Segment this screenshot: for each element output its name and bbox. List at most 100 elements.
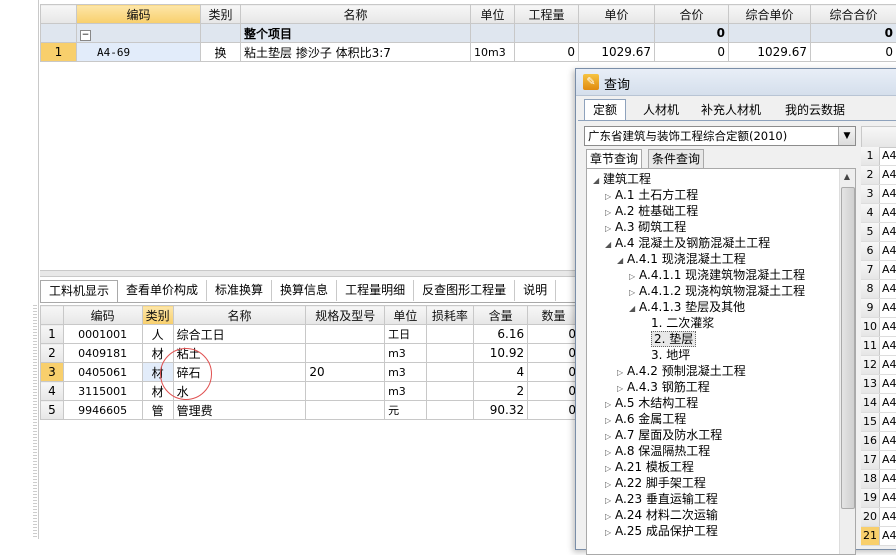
cell-zprice[interactable]: 1029.67 bbox=[729, 43, 811, 62]
row-number[interactable]: 3 bbox=[41, 363, 64, 382]
result-row[interactable]: 11A4 bbox=[861, 337, 896, 356]
tree-node-label[interactable]: A.3 砌筑工程 bbox=[615, 220, 686, 234]
tree-node-label[interactable]: A.1 土石方工程 bbox=[615, 188, 698, 202]
col-header-code[interactable]: 编码 bbox=[77, 5, 201, 24]
tab-labor-material[interactable]: 人材机 bbox=[634, 99, 688, 121]
tab-labor-material[interactable]: 工料机显示 bbox=[40, 280, 118, 302]
tree-node[interactable]: ▷A.23 垂直运输工程 bbox=[605, 491, 718, 507]
tree-node-label[interactable]: A.22 脚手架工程 bbox=[615, 476, 706, 490]
tree-node[interactable]: ▷A.4.3 钢筋工程 bbox=[617, 379, 710, 395]
table-row[interactable]: 30405061材碎石20m340 bbox=[41, 363, 580, 382]
row-number[interactable]: 1 bbox=[41, 325, 64, 344]
tree-node[interactable]: ▷A.22 脚手架工程 bbox=[605, 475, 706, 491]
cell-price[interactable]: 1029.67 bbox=[579, 43, 655, 62]
result-row[interactable]: 4A4 bbox=[861, 204, 896, 223]
tab-quota[interactable]: 定额 bbox=[584, 99, 626, 121]
tree-node-label[interactable]: A.4.2 预制混凝土工程 bbox=[627, 364, 746, 378]
tree-node[interactable]: ▷A.21 模板工程 bbox=[605, 459, 694, 475]
tree-node-label[interactable]: 1. 二次灌浆 bbox=[651, 316, 714, 330]
expanded-arrow-icon[interactable]: ◢ bbox=[617, 253, 627, 269]
table-row[interactable]: 1 A4-69 换 粘土垫层 掺沙子 体积比3:7 10m3 0 1029.67… bbox=[41, 43, 896, 62]
tree-node-label[interactable]: A.25 成品保护工程 bbox=[615, 524, 718, 538]
tree-node-label[interactable]: 建筑工程 bbox=[603, 172, 651, 186]
result-code[interactable]: A4 bbox=[882, 527, 896, 545]
col-header-code[interactable]: 编码 bbox=[63, 306, 142, 325]
tree-node[interactable]: ◢A.4.1 现浇混凝土工程 bbox=[617, 251, 746, 267]
result-code[interactable]: A4 bbox=[882, 375, 896, 393]
result-code[interactable]: A4 bbox=[882, 318, 896, 336]
grip-handle[interactable] bbox=[33, 305, 37, 539]
tree-node-label[interactable]: A.5 木结构工程 bbox=[615, 396, 698, 410]
tree-node-label[interactable]: A.24 材料二次运输 bbox=[615, 508, 718, 522]
result-row[interactable]: 13A4 bbox=[861, 375, 896, 394]
cell-unit[interactable]: 元 bbox=[385, 401, 426, 420]
result-row[interactable]: 12A4 bbox=[861, 356, 896, 375]
cell-name[interactable]: 管理费 bbox=[173, 401, 306, 420]
table-row[interactable]: 20409181材粘土m310.920 bbox=[41, 344, 580, 363]
cell-code[interactable]: A4-69 bbox=[77, 43, 201, 62]
cell-content[interactable]: 4 bbox=[474, 363, 528, 382]
tab-reverse-lookup[interactable]: 反查图形工程量 bbox=[414, 280, 515, 301]
cell-qty[interactable]: 0 bbox=[515, 43, 579, 62]
quota-library-select[interactable]: 广东省建筑与装饰工程综合定额(2010) ▼ bbox=[584, 126, 856, 146]
tab-unit-price[interactable]: 查看单价构成 bbox=[118, 280, 207, 301]
row-number[interactable]: 5 bbox=[41, 401, 64, 420]
result-code[interactable]: A4 bbox=[882, 166, 896, 184]
tab-conversion-info[interactable]: 换算信息 bbox=[272, 280, 337, 301]
group-row[interactable]: − 整个项目 0 0 bbox=[41, 24, 896, 43]
col-header-type[interactable]: 类别 bbox=[201, 5, 241, 24]
row-number[interactable]: 4 bbox=[41, 382, 64, 401]
dialog-titlebar[interactable]: ✎ 查询 bbox=[576, 69, 896, 96]
tab-cloud-data[interactable]: 我的云数据 bbox=[776, 99, 854, 121]
collapse-icon[interactable]: − bbox=[80, 30, 91, 41]
result-code[interactable]: A4 bbox=[882, 147, 896, 165]
tree-node-label[interactable]: A.4.1 现浇混凝土工程 bbox=[627, 252, 746, 266]
col-header-zprice[interactable]: 综合单价 bbox=[729, 5, 811, 24]
col-header-unit[interactable]: 单位 bbox=[471, 5, 515, 24]
result-code[interactable]: A4 bbox=[882, 261, 896, 279]
cell-qty[interactable]: 0 bbox=[528, 325, 580, 344]
cell-code[interactable]: 9946605 bbox=[63, 401, 142, 420]
cell-code[interactable]: 3115001 bbox=[63, 382, 142, 401]
tree-node-label[interactable]: A.4.1.3 垫层及其他 bbox=[639, 300, 745, 314]
tree-node-label[interactable]: A.21 模板工程 bbox=[615, 460, 694, 474]
tab-standard-conversion[interactable]: 标准换算 bbox=[207, 280, 272, 301]
chevron-down-icon[interactable]: ▼ bbox=[838, 127, 855, 145]
result-row[interactable]: 7A4 bbox=[861, 261, 896, 280]
tree-node[interactable]: ▷A.8 保温隔热工程 bbox=[605, 443, 710, 459]
expanded-arrow-icon[interactable]: ◢ bbox=[593, 173, 603, 189]
result-code[interactable]: A4 bbox=[882, 242, 896, 260]
tree-scrollbar[interactable]: ▲ bbox=[839, 169, 855, 554]
tree-node[interactable]: ◢建筑工程 bbox=[593, 171, 651, 187]
col-header-price[interactable]: 单价 bbox=[579, 5, 655, 24]
result-code[interactable]: A4 bbox=[882, 394, 896, 412]
cell-type[interactable]: 换 bbox=[201, 43, 241, 62]
result-row[interactable]: 21A4 bbox=[861, 527, 896, 546]
cell-qty[interactable]: 0 bbox=[528, 382, 580, 401]
cell-spec[interactable] bbox=[306, 325, 385, 344]
tree-node[interactable]: ◢A.4.1.3 垫层及其他 bbox=[629, 299, 745, 315]
result-code[interactable]: A4 bbox=[882, 356, 896, 374]
result-row[interactable]: 2A4 bbox=[861, 166, 896, 185]
tree-node-label[interactable]: A.4.3 钢筋工程 bbox=[627, 380, 710, 394]
cell-content[interactable]: 90.32 bbox=[474, 401, 528, 420]
tree-node-label[interactable]: A.23 垂直运输工程 bbox=[615, 492, 718, 506]
cell-content[interactable]: 10.92 bbox=[474, 344, 528, 363]
tree-node[interactable]: ▷A.5 木结构工程 bbox=[605, 395, 698, 411]
col-header-qty[interactable]: 数量 bbox=[528, 306, 580, 325]
col-header-name[interactable]: 名称 bbox=[241, 5, 471, 24]
tree-node-label[interactable]: A.4 混凝土及钢筋混凝土工程 bbox=[615, 236, 770, 250]
cell-spec[interactable] bbox=[306, 401, 385, 420]
cell-code[interactable]: 0001001 bbox=[63, 325, 142, 344]
result-row[interactable]: 14A4 bbox=[861, 394, 896, 413]
expanded-arrow-icon[interactable]: ◢ bbox=[629, 301, 639, 317]
table-row[interactable]: 43115001材水m320 bbox=[41, 382, 580, 401]
result-code[interactable]: A4 bbox=[882, 508, 896, 526]
cell-spec[interactable] bbox=[306, 344, 385, 363]
cell-name[interactable]: 粘土垫层 掺沙子 体积比3:7 bbox=[241, 43, 471, 62]
cell-code[interactable]: 0405061 bbox=[63, 363, 142, 382]
cell-spec[interactable] bbox=[306, 382, 385, 401]
cell-content[interactable]: 2 bbox=[474, 382, 528, 401]
tree-node[interactable]: ▷A.25 成品保护工程 bbox=[605, 523, 718, 539]
result-code[interactable]: A4 bbox=[882, 185, 896, 203]
